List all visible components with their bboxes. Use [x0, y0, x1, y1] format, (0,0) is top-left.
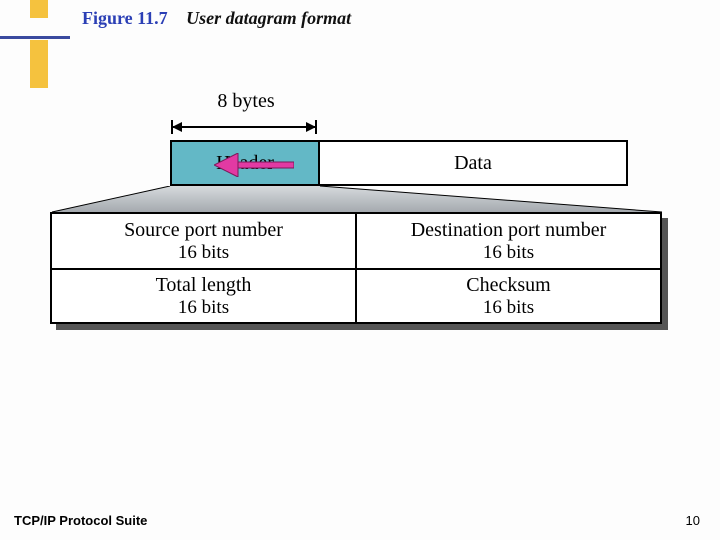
- field-source-port: Source port number 16 bits: [52, 214, 355, 268]
- header-size-label: 8 bytes: [196, 90, 296, 113]
- header-size-bracket: [170, 118, 318, 136]
- title-decor-line: [0, 36, 70, 39]
- field-total-length: Total length 16 bits: [52, 270, 355, 322]
- field-checksum: Checksum 16 bits: [355, 270, 660, 322]
- header-fields-table: Source port number 16 bits Destination p…: [50, 212, 662, 324]
- figure-caption: User datagram format: [186, 8, 351, 28]
- table-row: Total length 16 bits Checksum 16 bits: [52, 268, 660, 322]
- datagram-bar: Header Data: [170, 140, 628, 186]
- table-row: Source port number 16 bits Destination p…: [52, 214, 660, 268]
- field-bits: 16 bits: [178, 297, 229, 319]
- field-bits: 16 bits: [483, 242, 534, 264]
- title-decor-top: [30, 0, 48, 18]
- transmit-arrow-icon: [214, 153, 294, 177]
- field-name: Destination port number: [411, 219, 607, 242]
- figure-title: Figure 11.7 User datagram format: [82, 8, 351, 29]
- field-bits: 16 bits: [483, 297, 534, 319]
- field-dest-port: Destination port number 16 bits: [355, 214, 660, 268]
- field-bits: 16 bits: [178, 242, 229, 264]
- field-name: Checksum: [466, 274, 550, 297]
- field-name: Source port number: [124, 219, 283, 242]
- data-segment: Data: [320, 142, 626, 184]
- header-expansion-lines: [50, 186, 666, 212]
- figure-number: Figure 11.7: [82, 8, 168, 28]
- field-name: Total length: [156, 274, 252, 297]
- footer-text: TCP/IP Protocol Suite: [14, 513, 147, 528]
- page-number: 10: [686, 513, 700, 528]
- data-segment-label: Data: [454, 152, 492, 175]
- title-decor-bottom: [30, 40, 48, 88]
- udp-datagram-diagram: 8 bytes Header Data: [50, 140, 660, 324]
